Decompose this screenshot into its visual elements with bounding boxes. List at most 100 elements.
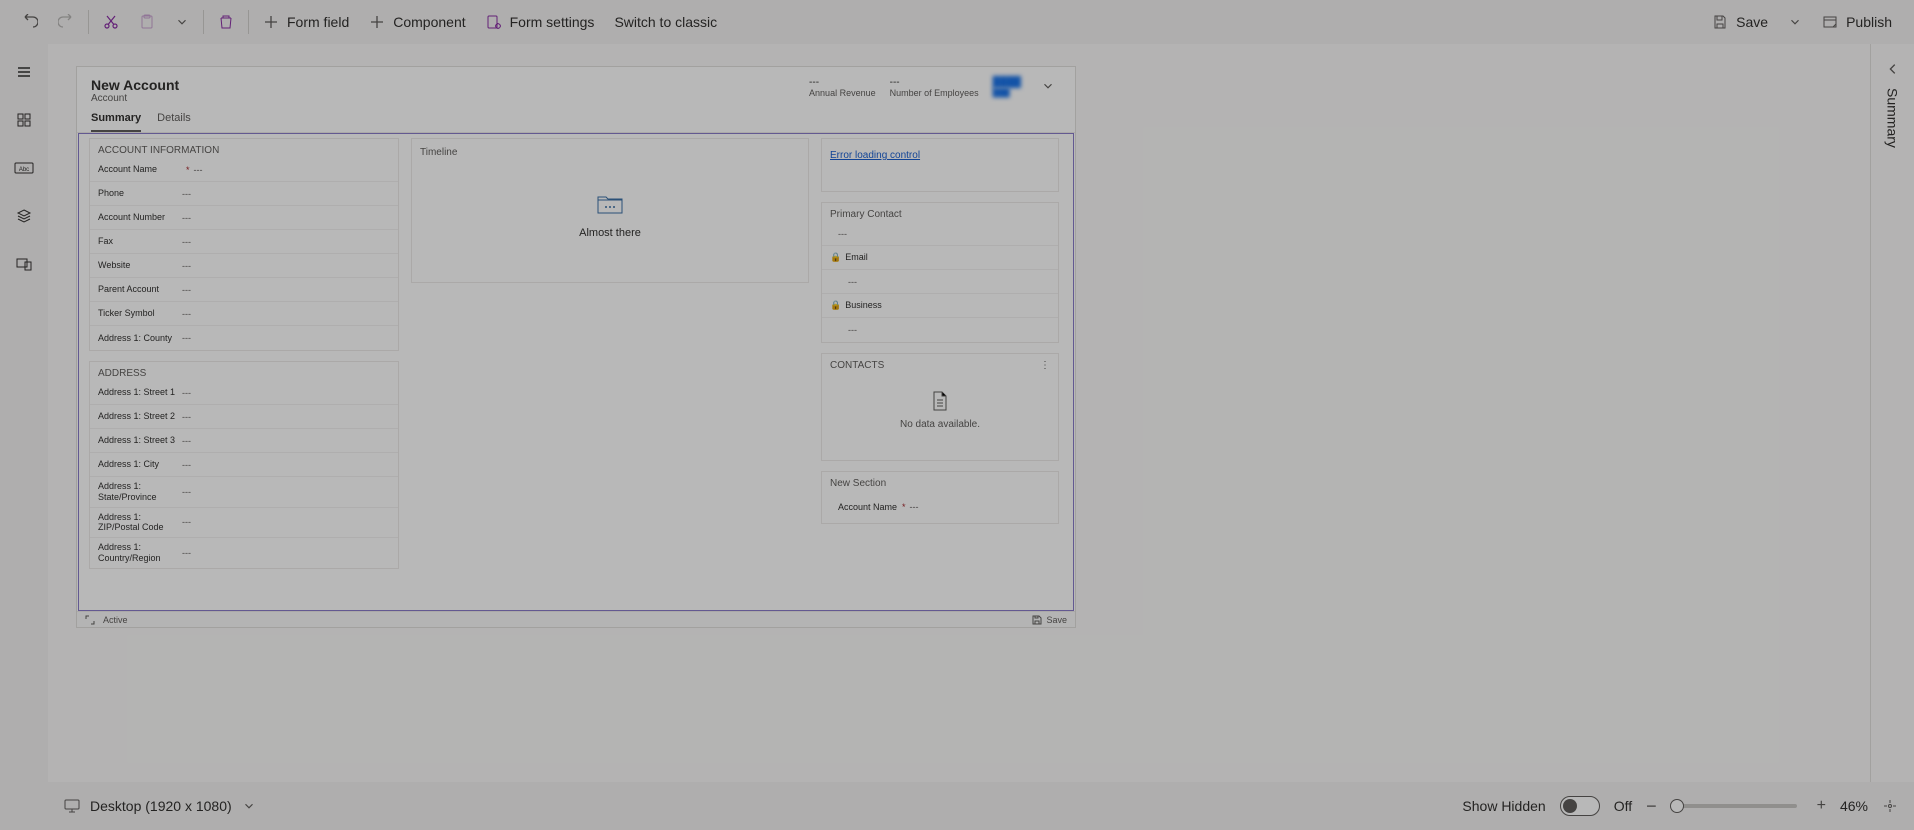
component-label: Component [393,14,465,30]
show-hidden-toggle[interactable] [1560,796,1600,816]
field-ticker[interactable]: Ticker Symbol--- [90,302,398,326]
plus-icon [263,14,279,30]
form-preview[interactable]: New Account Account --- Annual Revenue -… [76,66,1076,628]
scissors-icon [103,14,119,30]
zoom-slider[interactable] [1677,804,1797,808]
section-new[interactable]: New Section Account Name * --- [821,471,1059,524]
save-chevron-button[interactable] [1778,0,1812,44]
header-expand-button[interactable] [1035,77,1061,95]
new-section-account-name[interactable]: Account Name * --- [830,495,1050,519]
field-account-number[interactable]: Account Number--- [90,206,398,230]
field-parent-account[interactable]: Parent Account--- [90,278,398,302]
property-pane-title: Summary [1885,88,1901,148]
primary-contact-business-value: --- [822,318,1058,342]
zoom-out-button[interactable]: − [1646,797,1657,815]
form-settings-label: Form settings [510,14,595,30]
viewport-dropdown[interactable] [242,799,256,813]
svg-text:Abc: Abc [19,167,29,173]
field-state[interactable]: Address 1: State/Province--- [90,477,398,508]
add-form-field-button[interactable]: Form field [253,0,359,44]
chevron-left-icon[interactable] [1886,62,1900,76]
add-component-button[interactable]: Component [359,0,475,44]
fit-icon [1882,798,1898,814]
field-street2[interactable]: Address 1: Street 2--- [90,405,398,429]
form-tabs: Summary Details [77,108,1075,133]
primary-contact-business[interactable]: 🔒 Business [822,294,1058,318]
save-icon[interactable] [1032,615,1042,625]
section-title: ACCOUNT INFORMATION [90,139,398,158]
field-county[interactable]: Address 1: County--- [90,326,398,350]
show-hidden-label: Show Hidden [1462,798,1545,814]
expand-icon[interactable] [85,615,95,625]
lock-icon: 🔒 [830,252,841,263]
delete-button[interactable] [208,0,244,44]
zoom-fit-button[interactable] [1882,798,1898,814]
redo-button[interactable] [48,0,84,44]
section-contacts[interactable]: CONTACTS ⋮ No data available. [821,353,1059,461]
form-settings-button[interactable]: Form settings [476,0,605,44]
left-rail: Abc [0,44,48,782]
field-abc-icon: Abc [14,158,34,178]
zoom-in-button[interactable]: + [1817,798,1826,814]
section-address[interactable]: ADDRESS Address 1: Street 1--- Address 1… [89,361,399,569]
publish-icon [1822,14,1838,30]
chevron-down-icon [175,15,189,29]
undo-icon [22,14,38,30]
components-tree-button[interactable] [14,110,34,130]
field-street1[interactable]: Address 1: Street 1--- [90,381,398,405]
section-reference-error[interactable]: Error loading control [821,138,1059,192]
section-title: ADDRESS [90,362,398,381]
tab-details[interactable]: Details [157,108,191,132]
field-phone[interactable]: Phone--- [90,182,398,206]
field-zip[interactable]: Address 1: ZIP/Postal Code--- [90,508,398,539]
layers-button[interactable] [14,206,34,226]
timeline-folder-icon [596,193,624,217]
document-icon [931,391,949,411]
section-primary-contact[interactable]: Primary Contact --- 🔒 Email --- 🔒 Busine… [821,202,1059,343]
field-country[interactable]: Address 1: Country/Region--- [90,538,398,568]
field-city[interactable]: Address 1: City--- [90,453,398,477]
publish-button[interactable]: Publish [1812,0,1902,44]
primary-contact-value[interactable]: --- [822,222,1058,246]
primary-contact-email-value: --- [822,270,1058,294]
header-field-revenue[interactable]: --- Annual Revenue [809,77,876,98]
tab-summary[interactable]: Summary [91,108,141,132]
property-pane-collapsed[interactable]: Summary [1870,44,1914,782]
field-account-name[interactable]: Account Name*--- [90,158,398,182]
field-fax[interactable]: Fax--- [90,230,398,254]
field-website[interactable]: Website--- [90,254,398,278]
form-footer[interactable]: Active Save [77,611,1075,627]
tab-body-selected[interactable]: ACCOUNT INFORMATION Account Name*--- Pho… [78,133,1074,611]
nav-toggle-button[interactable] [14,62,34,82]
form-status: Active [103,615,128,625]
field-street3[interactable]: Address 1: Street 3--- [90,429,398,453]
paste-button[interactable] [129,0,165,44]
save-label: Save [1736,14,1768,30]
form-header[interactable]: New Account Account --- Annual Revenue -… [77,67,1075,108]
section-timeline[interactable]: Timeline Almost there [411,138,809,283]
switch-classic-button[interactable]: Switch to classic [604,0,727,44]
timeline-title: Timeline [420,147,457,158]
publish-label: Publish [1846,14,1892,30]
clipboard-icon [139,14,155,30]
layers-icon [16,208,32,224]
command-bar: Form field Component Form settings Switc… [0,0,1914,44]
header-field-employees[interactable]: --- Number of Employees [890,77,979,98]
undo-button[interactable] [12,0,48,44]
switch-classic-label: Switch to classic [614,14,717,30]
save-button[interactable]: Save [1702,0,1778,44]
contacts-more-icon[interactable]: ⋮ [1040,360,1050,371]
paste-chevron-button[interactable] [165,0,199,44]
devices-icon [16,256,32,272]
cut-button[interactable] [93,0,129,44]
header-field-owner[interactable]: ████ ███ [993,77,1021,97]
fields-button[interactable]: Abc [14,158,34,178]
monitor-icon [64,798,80,814]
devices-button[interactable] [14,254,34,274]
plus-icon [369,14,385,30]
error-loading-link[interactable]: Error loading control [830,150,920,161]
primary-contact-email[interactable]: 🔒 Email [822,246,1058,270]
contacts-empty: No data available. [900,419,980,430]
timeline-message: Almost there [579,227,641,239]
section-account-info[interactable]: ACCOUNT INFORMATION Account Name*--- Pho… [89,138,399,351]
